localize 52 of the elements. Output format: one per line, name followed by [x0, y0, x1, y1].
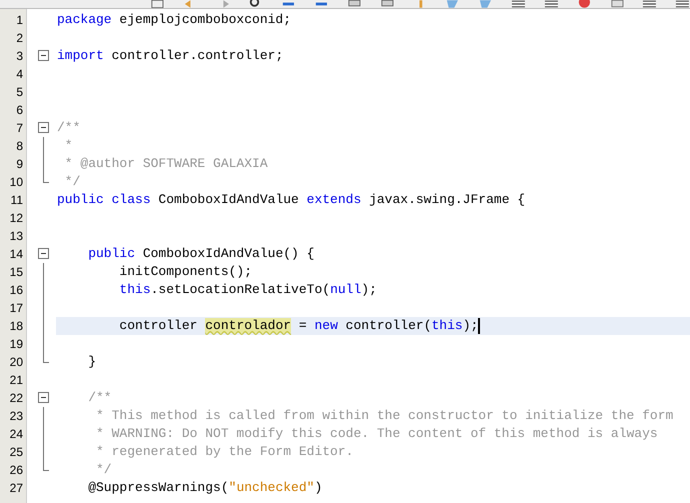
code-line: import controller.controller;	[57, 47, 284, 65]
code-line: package ejemplojcomboboxconid;	[57, 11, 292, 29]
line-number: 17	[10, 301, 23, 315]
line-number: 27	[10, 481, 23, 495]
line-number: 12	[10, 211, 23, 225]
line-number: 1	[16, 13, 23, 27]
code-line: * This method is called from within the constructor to initialize the form	[95, 407, 674, 425]
code-line: controller controlador = new controller(this);	[118, 317, 478, 335]
code-line: /**	[87, 389, 112, 407]
line-number: 23	[10, 409, 23, 423]
line-number: 25	[10, 445, 23, 459]
lines-icon[interactable]	[642, 0, 658, 8]
line-number: 5	[16, 85, 23, 99]
code-line: initComponents();	[118, 263, 252, 281]
line-number: 19	[10, 337, 23, 351]
code-line: public ComboboxIdAndValue() {	[87, 245, 314, 263]
code-line: this.setLocationRelativeTo(null);	[118, 281, 377, 299]
line-number: 9	[16, 157, 23, 171]
line-number: 11	[10, 193, 23, 207]
line-number: 21	[10, 373, 23, 387]
lines-icon[interactable]	[544, 0, 559, 8]
box-icon[interactable]	[380, 0, 395, 8]
line-number: 22	[10, 391, 23, 405]
box-icon[interactable]	[346, 0, 362, 8]
code-line: */	[64, 173, 80, 191]
line-number: 15	[10, 265, 23, 279]
code-line: public class ComboboxIdAndValue extends javax.swing.JFrame {	[57, 191, 526, 209]
line-number: 20	[10, 355, 23, 369]
line-number: 26	[10, 463, 23, 477]
line-number: 3	[16, 49, 23, 63]
line-number: 8	[16, 139, 23, 153]
line-number: 7	[16, 121, 23, 135]
code-line: @SuppressWarnings("unchecked")	[87, 479, 322, 497]
line-number: 2	[16, 31, 23, 45]
lines-icon[interactable]	[511, 0, 526, 8]
line-number: 4	[16, 67, 23, 81]
line-number: 24	[10, 427, 23, 441]
line-number: 10	[10, 175, 23, 189]
code-line: /**	[57, 119, 80, 137]
lines-icon[interactable]	[675, 0, 690, 8]
line-number: 16	[10, 283, 23, 297]
line-number: 14	[10, 247, 23, 261]
code-line: */	[95, 461, 112, 479]
text-cursor	[478, 318, 480, 334]
line-number: 6	[16, 103, 23, 117]
code-line: }	[87, 353, 96, 371]
line-number: 18	[10, 319, 23, 333]
code-line: * regenerated by the Form Editor.	[95, 443, 354, 461]
code-line: * @author SOFTWARE GALAXIA	[64, 155, 268, 173]
line-number: 13	[10, 229, 23, 243]
code-line: * WARNING: Do NOT modify this code. The content of this method is always	[95, 425, 658, 443]
code-line: *	[64, 137, 73, 155]
